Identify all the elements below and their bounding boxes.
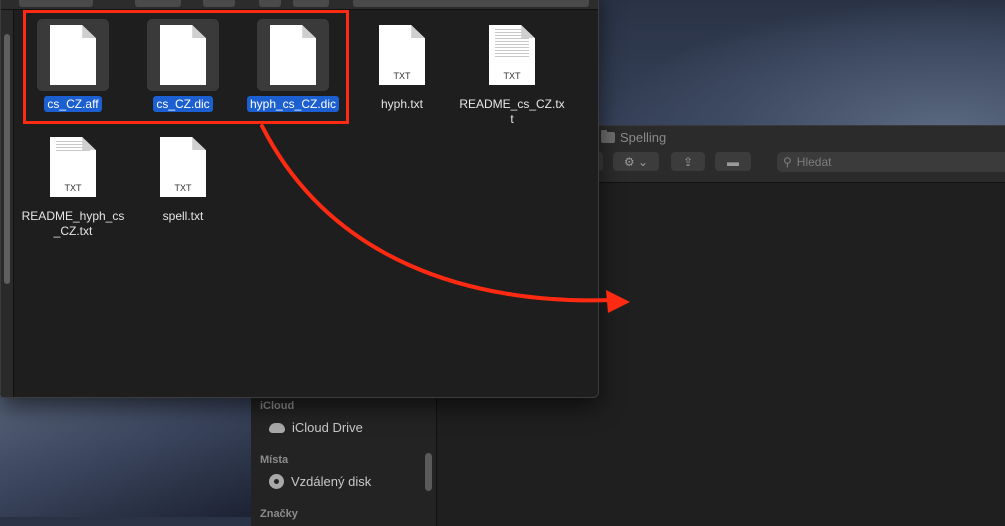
drag-arrow-annotation <box>260 124 630 313</box>
